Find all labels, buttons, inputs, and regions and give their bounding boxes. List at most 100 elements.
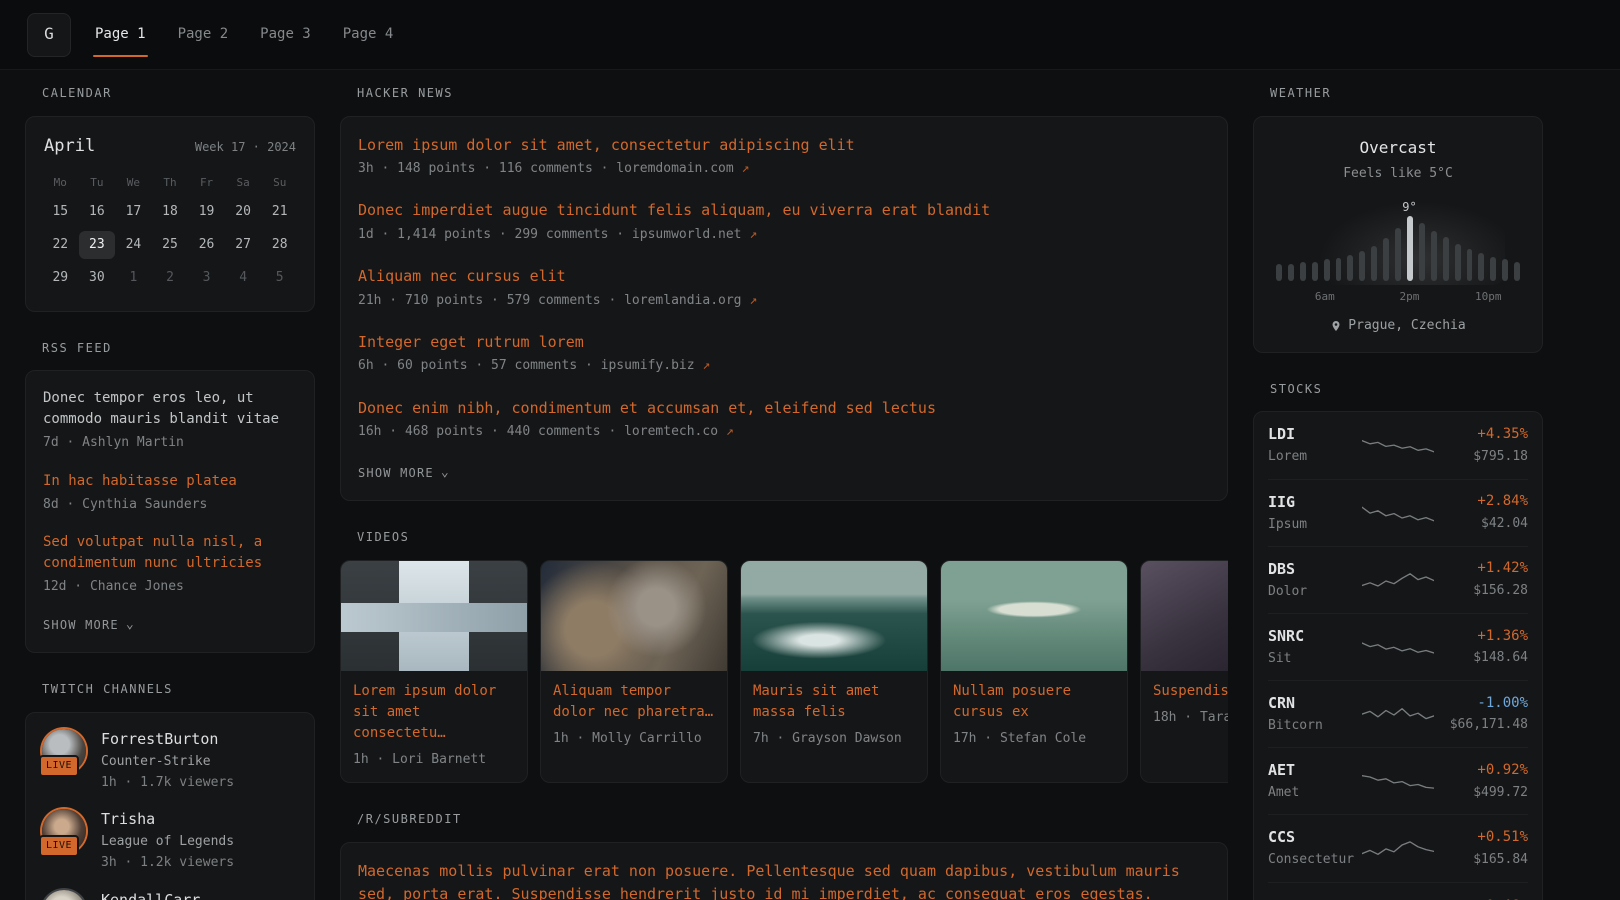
weather-bar — [1419, 223, 1425, 282]
calendar-weekday: Fr — [188, 171, 225, 194]
page-tab[interactable]: Page 4 — [341, 0, 396, 69]
stock-row[interactable]: DBS Dolor +1.42% $156.28 — [1268, 546, 1528, 613]
videos-widget-title: VIDEOS — [340, 529, 1228, 546]
stock-change: +4.35% — [1442, 425, 1528, 445]
rss-item-title[interactable]: Donec tempor eros leo, ut commodo mauris… — [43, 388, 297, 430]
calendar-day: 24 — [115, 231, 152, 259]
rss-card: Donec tempor eros leo, ut commodo mauris… — [25, 370, 315, 653]
stock-sparkline — [1362, 769, 1434, 793]
app-logo[interactable]: G — [27, 13, 71, 57]
hacker-news-item-meta: 21h · 710 points · 579 comments · loreml… — [358, 292, 1210, 310]
stock-row[interactable]: CCS Consectetur +0.51% $165.84 — [1268, 814, 1528, 881]
weather-bar — [1395, 228, 1401, 281]
hacker-news-item-title[interactable]: Lorem ipsum dolor sit amet, consectetur … — [358, 134, 1210, 157]
calendar-day: 2 — [152, 264, 189, 292]
stock-change: +1.42% — [1442, 559, 1528, 579]
stock-name: Sit — [1268, 650, 1354, 668]
page-tab[interactable]: Page 1 — [93, 0, 148, 69]
stock-row[interactable]: AET Amet +0.92% $499.72 — [1268, 747, 1528, 814]
weather-location: Prague, Czechia — [1270, 317, 1526, 335]
channel-name: ForrestBurton — [101, 729, 234, 750]
hacker-news-item-meta: 16h · 468 points · 440 comments · loremt… — [358, 423, 1210, 441]
subreddit-post-title[interactable]: Maecenas mollis pulvinar erat non posuer… — [358, 860, 1210, 900]
calendar-day: 19 — [188, 198, 225, 226]
video-card[interactable]: Suspendisse diam 18h · Tara — [1140, 560, 1228, 783]
live-badge: LIVE — [39, 835, 79, 857]
weather-bars — [1276, 216, 1520, 281]
weather-condition: Overcast — [1270, 137, 1526, 159]
video-thumbnail[interactable] — [741, 561, 927, 671]
weather-bar — [1467, 249, 1473, 282]
right-column: WEATHER Overcast Feels like 5°C 9° 6am2p… — [1253, 85, 1543, 900]
video-title: Nullam posuere cursus ex — [941, 671, 1127, 723]
channel-info: ForrestBurton Counter-Strike 1h · 1.7k v… — [101, 729, 234, 792]
hacker-news-item-title[interactable]: Donec enim nibh, condimentum et accumsan… — [358, 397, 1210, 420]
calendar-month: April — [44, 135, 95, 159]
rss-item: Sed volutpat nulla nisl, a condimentum n… — [43, 532, 297, 596]
channel-category: Counter-Strike — [101, 753, 234, 771]
video-card[interactable]: Aliquam tempor dolor nec pharetra… 1h · … — [540, 560, 728, 783]
video-card[interactable]: Lorem ipsum dolor sit amet consectetu… 1… — [340, 560, 528, 783]
calendar-day: 23 — [79, 231, 116, 259]
twitch-channel[interactable]: LIVE ForrestBurton Counter-Strike 1h · 1… — [42, 729, 298, 792]
rss-item: Donec tempor eros leo, ut commodo mauris… — [43, 388, 297, 452]
middle-column: HACKER NEWS Lorem ipsum dolor sit amet, … — [340, 85, 1228, 900]
video-card[interactable]: Mauris sit amet massa felis 7h · Grayson… — [740, 560, 928, 783]
rss-item-title[interactable]: Sed volutpat nulla nisl, a condimentum n… — [43, 532, 297, 574]
stock-row[interactable]: AHS +0.46% — [1268, 882, 1528, 900]
hacker-news-item-meta-text: 6h · 60 points · 57 comments · ipsumify.… — [358, 358, 695, 373]
rss-show-more-button[interactable]: SHOW MORE ⌄ — [43, 614, 135, 638]
video-thumbnail[interactable] — [1141, 561, 1228, 671]
stock-name: Amet — [1268, 784, 1354, 802]
hacker-news-item-title[interactable]: Donec imperdiet augue tincidunt felis al… — [358, 199, 1210, 222]
stock-row[interactable]: LDI Lorem +4.35% $795.18 — [1268, 412, 1528, 478]
video-thumbnail[interactable] — [541, 561, 727, 671]
hacker-news-item-title[interactable]: Integer eget rutrum lorem — [358, 331, 1210, 354]
chevron-down-icon: ⌄ — [441, 464, 450, 482]
calendar-weekday: We — [115, 171, 152, 194]
page-tab[interactable]: Page 2 — [176, 0, 231, 69]
calendar-weekday: Tu — [79, 171, 116, 194]
video-title: Suspendisse diam — [1141, 671, 1228, 702]
hacker-news-item-title[interactable]: Aliquam nec cursus elit — [358, 265, 1210, 288]
stock-ticker: CRN — [1268, 693, 1354, 714]
rss-item-meta: 8d · Cynthia Saunders — [43, 496, 297, 514]
twitch-channel[interactable]: KendallCarr — [42, 890, 298, 900]
avatar-wrap: LIVE — [42, 809, 88, 853]
stock-price: $165.84 — [1442, 851, 1528, 869]
video-thumbnail[interactable] — [941, 561, 1127, 671]
weather-bar — [1478, 253, 1484, 282]
stock-ticker: IIG — [1268, 492, 1354, 513]
external-link-icon: ↗ — [749, 293, 757, 308]
hacker-news-widget-title: HACKER NEWS — [340, 85, 1228, 102]
page-tab[interactable]: Page 3 — [258, 0, 313, 69]
stock-id: AHS — [1268, 896, 1354, 900]
stock-row[interactable]: CRN Bitcorn -1.00% $66,171.48 — [1268, 680, 1528, 747]
video-title: Aliquam tempor dolor nec pharetra… — [541, 671, 727, 723]
external-link-icon: ↗ — [749, 227, 757, 242]
stock-row[interactable]: IIG Ipsum +2.84% $42.04 — [1268, 479, 1528, 546]
calendar-day: 21 — [261, 198, 298, 226]
rss-item-meta: 12d · Chance Jones — [43, 578, 297, 596]
video-title: Lorem ipsum dolor sit amet consectetu… — [341, 671, 527, 744]
hacker-news-list: Lorem ipsum dolor sit amet, consectetur … — [358, 134, 1210, 441]
video-thumbnail[interactable] — [341, 561, 527, 671]
twitch-channel[interactable]: LIVE Trisha League of Legends 3h · 1.2k … — [42, 809, 298, 872]
left-column: CALENDAR April Week 17 · 2024 MoTuWeThFr… — [25, 85, 315, 900]
calendar-day: 22 — [42, 231, 79, 259]
hacker-news-item: Donec enim nibh, condimentum et accumsan… — [358, 397, 1210, 442]
calendar-day: 25 — [152, 231, 189, 259]
video-card[interactable]: Nullam posuere cursus ex 17h · Stefan Co… — [940, 560, 1128, 783]
stock-id: AET Amet — [1268, 760, 1354, 802]
stock-ticker: SNRC — [1268, 626, 1354, 647]
stock-values: +1.42% $156.28 — [1442, 559, 1528, 600]
weather-feels-like: Feels like 5°C — [1270, 165, 1526, 183]
stock-row[interactable]: SNRC Sit +1.36% $148.64 — [1268, 613, 1528, 680]
video-title: Mauris sit amet massa felis — [741, 671, 927, 723]
hacker-news-show-more-button[interactable]: SHOW MORE ⌄ — [358, 462, 450, 486]
calendar-weekday-row: MoTuWeThFrSaSu — [42, 171, 298, 194]
rss-item-title[interactable]: In hac habitasse platea — [43, 471, 297, 492]
rss-item: In hac habitasse platea 8d · Cynthia Sau… — [43, 471, 297, 514]
stock-name: Dolor — [1268, 583, 1354, 601]
video-meta: 17h · Stefan Cole — [941, 723, 1127, 761]
